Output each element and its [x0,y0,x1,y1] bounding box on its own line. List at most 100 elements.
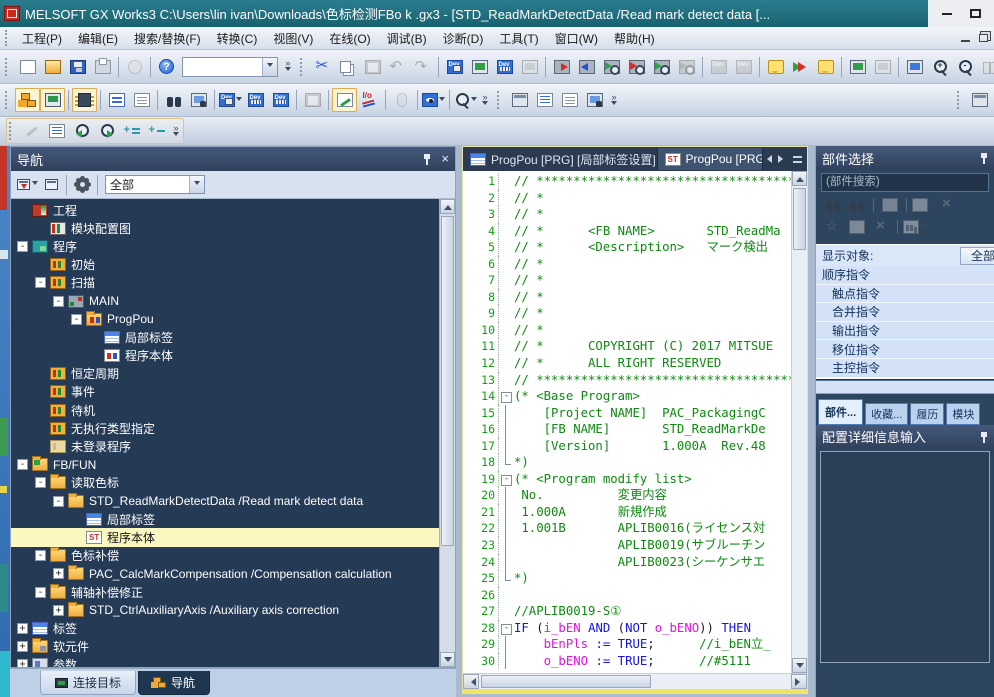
tree-item[interactable]: 工程 [11,201,455,219]
cross-reference-button[interactable] [186,88,211,112]
tree-item[interactable]: 未登录程序 [11,437,455,455]
device-read-gray-button[interactable] [731,55,756,79]
vscroll-down-icon[interactable] [792,658,807,673]
menu-item[interactable]: 转换(C) [209,28,266,49]
collapse-icon[interactable]: - [53,496,64,507]
parts-category[interactable]: 合并指令 [816,303,994,322]
scroll-up-icon[interactable] [440,199,455,214]
redo-button[interactable] [410,55,435,79]
editor-vscrollbar[interactable] [791,171,807,673]
mdi-minimize-icon[interactable] [961,40,970,42]
comment-edit-button[interactable] [763,55,788,79]
parts-search-input[interactable]: (部件搜索) [821,173,989,192]
monitor-stop-button[interactable] [870,55,895,79]
parts-category[interactable]: 顺序指令 [816,266,994,285]
parts-category[interactable]: 触点指令 [816,285,994,304]
st-code-editor[interactable]: 1// ************************************… [463,171,791,673]
nav-scrollbar-thumb[interactable] [441,216,454,546]
parts-placement-button[interactable] [912,195,934,215]
find-next-button[interactable] [94,119,119,143]
device-monitor-gray-button[interactable] [517,55,542,79]
pin-icon[interactable] [423,153,431,165]
tree-item[interactable]: +参数 [11,656,455,667]
io-assignment-button[interactable] [357,88,382,112]
pin-icon[interactable] [980,152,988,164]
tab-connection-destination[interactable]: 连接目标 [40,671,136,695]
expand-icon[interactable]: + [53,568,64,579]
menu-item[interactable]: 工程(P) [14,28,70,49]
window-list-button[interactable] [557,88,582,112]
hscroll-thumb[interactable] [481,675,651,688]
monitor-start-button[interactable] [845,55,870,79]
toolbar-overflow-icon[interactable]: » [607,89,621,111]
tree-item[interactable]: -色标补偿 [11,547,455,565]
tree-item[interactable]: 程序本体 [11,347,455,365]
tab-scroll-right-icon[interactable] [778,155,787,163]
print-button[interactable] [90,55,115,79]
expand-icon[interactable]: + [17,623,28,634]
run-mode-change-button[interactable] [788,55,813,79]
tab-list-icon[interactable] [793,156,802,163]
menu-item[interactable]: 工具(T) [491,28,546,49]
toolbar-overflow-icon[interactable]: » [478,89,492,111]
tree-item[interactable]: -STD_ReadMarkDetectData /Read mark detec… [11,492,455,510]
maximize-icon[interactable] [964,5,986,22]
tree-item[interactable]: -MAIN [11,292,455,310]
favorite-delete-button[interactable] [870,217,892,237]
remote-operation-button[interactable] [624,55,649,79]
element-selection-window-button[interactable] [40,88,65,112]
copy-button[interactable] [335,55,360,79]
toolbar-overflow-icon[interactable]: » [281,56,295,78]
parts-placement-cancel-button[interactable] [936,195,958,215]
collapse-icon[interactable]: - [35,277,46,288]
label-editor-button[interactable] [129,88,154,112]
parts-category[interactable]: 移位指令 [816,340,994,359]
open-project-button[interactable] [40,55,65,79]
menu-item[interactable]: 调试(B) [379,28,435,49]
tree-item[interactable]: +PAC_CalcMarkCompensation /Compensation … [11,565,455,583]
tree-item[interactable]: +STD_CtrlAuxiliaryAxis /Auxiliary axis c… [11,601,455,619]
zoom-in-button[interactable] [927,55,952,79]
program-editor-button[interactable] [104,88,129,112]
parts-chart-button[interactable] [903,217,925,237]
collapse-icon[interactable]: - [71,314,82,325]
nav-scrollbar[interactable] [439,199,455,667]
parts-register-button[interactable] [879,195,901,215]
menu-item[interactable]: 在线(O) [321,28,378,49]
tab-scroll-left-icon[interactable] [763,155,772,163]
tab-navigation[interactable]: 导航 [138,671,210,695]
collapse-icon[interactable]: - [35,587,46,598]
chevron-down-icon[interactable] [189,176,204,193]
mdi-restore-icon[interactable] [979,34,988,42]
tree-expand-button[interactable] [39,174,63,196]
zoom-out-button[interactable] [952,55,977,79]
split-window-button[interactable] [977,55,994,79]
collapse-icon[interactable]: - [35,550,46,561]
window-document-button[interactable] [532,88,557,112]
collapse-icon[interactable]: - [35,477,46,488]
docking-window2-button[interactable] [967,88,992,112]
close-icon[interactable]: × [441,153,449,165]
collapse-icon[interactable]: - [53,296,64,307]
scroll-down-icon[interactable] [440,652,455,667]
device-find-button[interactable] [442,55,467,79]
tab-progpou-labels[interactable]: ProgPou [PRG] [局部标签设置] × [463,148,658,170]
collapse-icon[interactable]: - [17,241,28,252]
verify-result-button[interactable] [649,55,674,79]
comment-display-gray-button[interactable] [300,88,325,112]
menu-item[interactable]: 编辑(E) [70,28,126,49]
minimize-icon[interactable] [936,5,958,22]
window-user-button[interactable] [582,88,607,112]
watch-scope-button[interactable] [453,88,478,112]
tree-item[interactable]: 恒定周期 [11,365,455,383]
chevron-down-icon[interactable] [262,58,277,76]
detail-input-content[interactable] [820,451,990,663]
write-to-plc-button[interactable] [549,55,574,79]
display-target-button[interactable]: 全部 [960,247,994,265]
statement-edit-button[interactable] [813,55,838,79]
tree-item[interactable]: 局部标签 [11,328,455,346]
recent-history-button[interactable] [122,55,147,79]
tree-item[interactable]: +软元件 [11,638,455,656]
tab-progpou-body[interactable]: ProgPou [PRG [658,148,763,170]
favorite-add-button[interactable] [822,217,844,237]
